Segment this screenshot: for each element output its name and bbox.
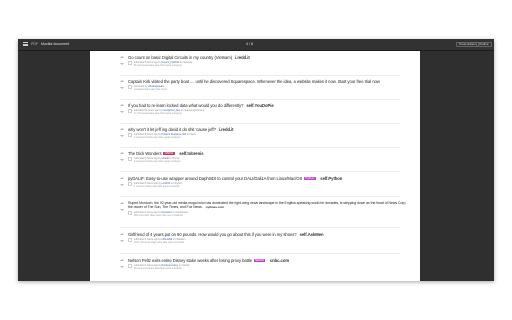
upvote-icon[interactable] [120, 202, 124, 204]
upvote-icon[interactable] [120, 233, 124, 235]
thumbnail-icon[interactable] [128, 211, 132, 215]
post-item: Nelson Peltz exits entire Disney stake w… [90, 258, 420, 281]
flair-tag: Python [303, 175, 316, 181]
post-author[interactable]: Koeum_Cpl2014 [162, 61, 180, 64]
nsfw-tag: NSFW [163, 150, 175, 156]
thumbnail-icon[interactable] [128, 238, 132, 242]
pdf-label: PDF [31, 41, 39, 46]
post-domain[interactable]: i.redd.it [235, 55, 250, 60]
post-author[interactable]: u/throw99 [162, 238, 173, 241]
post-domain[interactable]: nytimes.com [206, 205, 224, 209]
post-author[interactable]: u/Ideal [162, 157, 169, 160]
downvote-icon[interactable] [120, 209, 124, 211]
post-actions[interactable]: promoted share save hide report [134, 89, 167, 91]
upvote-icon[interactable] [120, 56, 124, 58]
divider [120, 171, 400, 172]
post-domain[interactable]: self.YouDoPie [246, 103, 273, 108]
upvote-icon[interactable] [120, 80, 124, 82]
post-meta: submitted 6 hours ago by u/throw99 to r/… [134, 238, 186, 241]
downvote-icon[interactable] [120, 87, 124, 89]
divider [120, 196, 400, 197]
post-meta: submitted 4 hours ago by Donkeymonkey to… [134, 264, 190, 267]
post-author[interactable]: overlighted_ibox [163, 109, 180, 112]
downvote-icon[interactable] [120, 184, 124, 186]
thumbnail-icon[interactable] [128, 157, 132, 161]
divider [120, 123, 400, 124]
post-item: Rupert Murdoch, the 92-year-old media mo… [90, 201, 420, 233]
post-meta: submitted 6 hours ago by u/Ideal to r/fu… [134, 157, 180, 160]
downvote-icon[interactable] [120, 135, 124, 137]
post-author[interactable]: Donkeymonkey [162, 264, 178, 267]
pdf-viewer-window: PDF Mozilla·document 4 / 8 Presentation … [18, 39, 494, 281]
post-actions[interactable]: 29 comments share save hide report cross… [134, 268, 182, 270]
post-actions[interactable]: 86 comments share save hide report cross… [134, 65, 182, 67]
post-author[interactable]: u/thisbigsquare [148, 85, 164, 88]
upvote-icon[interactable] [120, 128, 124, 130]
divider [120, 75, 400, 76]
thumbnail-icon[interactable] [128, 133, 132, 137]
post-title[interactable]: Rupert Murdoch, the 92-year-old media mo… [128, 201, 408, 209]
thumbnail-icon[interactable] [128, 109, 132, 113]
post-title[interactable]: Go count on basic Digital Circuits in my… [128, 55, 250, 60]
post-title[interactable]: Nelson Peltz exits entire Disney stake w… [128, 258, 289, 263]
upvote-icon[interactable] [120, 104, 124, 106]
post-title[interactable]: why won't it let jeff ing david it do sh… [128, 127, 234, 132]
post-actions[interactable]: 6 comments share save hide report crossp… [134, 161, 180, 163]
post-actions[interactable]: 1 comment share save hide report crosspo… [134, 186, 179, 188]
thumbnail-icon[interactable] [128, 264, 132, 268]
post-actions[interactable]: 47 comments share save hide report cross… [134, 113, 182, 115]
document-page: Go count on basic Digital Circuits in my… [90, 51, 420, 281]
upvote-icon[interactable] [120, 152, 124, 154]
downvote-icon[interactable] [120, 266, 124, 268]
post-title[interactable]: pyDALIF: Easy-to-use wrapper around Daph… [128, 176, 342, 181]
post-domain[interactable]: self.AskMen [300, 232, 324, 237]
document-title: Mozilla·document [41, 42, 70, 46]
post-actions[interactable]: 183 comments share save hide report cros… [134, 215, 183, 217]
upvote-icon[interactable] [120, 259, 124, 261]
viewer-toolbar: PDF Mozilla·document 4 / 8 Presentation … [18, 39, 494, 51]
menu-icon[interactable] [23, 42, 28, 46]
flair-tag: NEWS [253, 257, 266, 263]
downvote-icon[interactable] [120, 63, 124, 65]
post-author[interactable]: Potato's Response GIF [162, 133, 187, 136]
divider [120, 99, 400, 100]
downvote-icon[interactable] [120, 159, 124, 161]
post-author[interactable]: Newswire [162, 211, 172, 214]
post-author[interactable]: u/s1234 [162, 182, 171, 185]
post-domain[interactable]: self.tobrenis [179, 151, 203, 156]
upvote-icon[interactable] [120, 177, 124, 179]
post-meta: submitted 3 hours ago by u/s1234 to r/Py… [134, 182, 183, 185]
post-title[interactable]: Captain Kirk visited the party boat ....… [128, 79, 380, 84]
downvote-icon[interactable] [120, 240, 124, 242]
post-domain[interactable]: i.redd.it [219, 127, 234, 132]
post-domain[interactable]: cnbc.com [270, 258, 289, 263]
thumbnail-icon[interactable] [128, 182, 132, 186]
divider [120, 147, 400, 148]
divider [120, 253, 400, 254]
post-title[interactable]: Girlfriend of 4 years put on 60 pounds. … [128, 232, 324, 237]
post-actions[interactable]: 3 comments share save hide report crossp… [134, 137, 180, 139]
post-meta: submitted 8 hours ago by Potato's Respon… [134, 133, 196, 136]
post-domain[interactable]: self.Python [320, 176, 342, 181]
downvote-icon[interactable] [120, 111, 124, 113]
post-meta: submitted 4 hours ago by Newswire to r/w… [134, 211, 188, 214]
post-title[interactable]: The Dick Wonders NSFW self.tobrenis [128, 150, 204, 156]
outline-button[interactable]: Outline [476, 41, 492, 47]
divider [120, 227, 400, 228]
page-indicator: 4 / 8 [246, 42, 253, 46]
thumbnail-icon[interactable] [128, 61, 132, 65]
thumbnail-icon[interactable] [128, 85, 132, 89]
post-meta: submitted 6 hours ago by Koeum_Cpl2014 t… [134, 61, 193, 64]
post-actions[interactable]: 1917 comments share save hide report cro… [134, 242, 184, 244]
post-meta: promoted by u/thisbigsquare [134, 85, 165, 88]
post-meta: submitted 11 hours ago by overlighted_ib… [134, 109, 205, 112]
post-title[interactable]: If you had to re-learn locked data what … [128, 103, 274, 108]
